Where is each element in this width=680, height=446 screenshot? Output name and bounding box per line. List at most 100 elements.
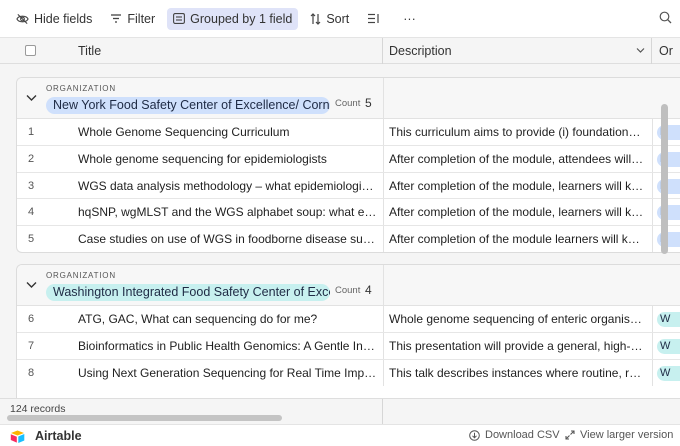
more-options-button[interactable]: ···	[397, 8, 422, 30]
column-divider	[383, 119, 384, 145]
select-all-checkbox[interactable]	[25, 45, 36, 56]
row-number: 4	[28, 206, 35, 219]
vertical-scrollbar[interactable]	[661, 104, 668, 254]
row-height-icon	[368, 13, 379, 24]
column-divider	[652, 226, 653, 252]
organization-chip[interactable]: W	[657, 365, 680, 381]
download-csv-link[interactable]: Download CSV	[469, 429, 560, 441]
group-count: 4	[365, 283, 372, 297]
more-options-label: ···	[403, 11, 416, 26]
column-divider	[383, 359, 384, 387]
row-number: 2	[28, 152, 35, 165]
column-header-description[interactable]: Description	[389, 44, 452, 58]
group-header[interactable]: ORGANIZATION Washington Integrated Food …	[17, 265, 680, 306]
description-cell[interactable]: This curriculum aims to provide (i) foun…	[389, 125, 645, 139]
organization-chip[interactable]: W	[657, 338, 680, 354]
description-cell[interactable]: After completion of the module learners …	[389, 232, 645, 246]
chevron-down-icon[interactable]	[636, 46, 645, 55]
column-divider	[652, 199, 653, 226]
column-divider	[652, 306, 653, 332]
record-group: ORGANIZATION New York Food Safety Center…	[16, 77, 680, 253]
description-cell[interactable]: After completion of the module, learners…	[389, 205, 645, 219]
title-cell[interactable]: WGS data analysis methodology – what epi…	[78, 179, 378, 193]
group-icon	[173, 13, 186, 24]
column-divider	[383, 265, 384, 306]
eye-slash-icon	[16, 13, 29, 24]
hide-fields-button[interactable]: Hide fields	[10, 8, 98, 30]
group-header[interactable]: ORGANIZATION New York Food Safety Center…	[17, 78, 680, 119]
row-number: 3	[28, 179, 35, 192]
row-number: 8	[28, 366, 35, 379]
column-divider	[383, 145, 384, 172]
group-rows: 6 ATG, GAC, What can sequencing do for me…	[17, 306, 680, 387]
hide-fields-label: Hide fields	[34, 11, 93, 26]
filter-label: Filter	[127, 11, 156, 26]
table-row[interactable]: 1 Whole Genome Sequencing Curriculum This …	[17, 119, 680, 146]
record-group: ORGANIZATION Washington Integrated Food …	[16, 264, 680, 404]
group-value-pill: New York Food Safety Center of Excellenc…	[46, 97, 330, 114]
airtable-logo-icon	[10, 430, 25, 443]
table-row[interactable]: 4 hqSNP, wgMLST and the WGS alphabet soup…	[17, 199, 680, 227]
title-cell[interactable]: ATG, GAC, What can sequencing do for me?	[78, 312, 378, 326]
row-height-button[interactable]	[361, 8, 391, 30]
column-header-title[interactable]: Title	[78, 44, 101, 58]
table-row[interactable]: 5 Case studies on use of WGS in foodborne…	[17, 226, 680, 252]
column-divider	[383, 199, 384, 226]
chevron-down-icon[interactable]	[26, 281, 37, 289]
view-larger-link[interactable]: View larger version	[565, 429, 673, 441]
column-divider	[652, 359, 653, 387]
organization-chip[interactable]: W	[657, 312, 680, 327]
title-cell[interactable]: Whole genome sequencing for epidemiologi…	[78, 152, 378, 166]
column-divider	[383, 172, 384, 199]
airtable-logo[interactable]: Airtable	[10, 429, 82, 443]
group-count-label: Count	[335, 98, 361, 109]
column-divider	[652, 145, 653, 172]
table-row[interactable]: 6 ATG, GAC, What can sequencing do for me…	[17, 306, 680, 333]
column-divider	[383, 226, 384, 252]
sort-button[interactable]: Sort	[304, 8, 355, 30]
column-divider	[382, 38, 383, 64]
search-icon	[659, 11, 672, 24]
column-divider	[652, 172, 653, 199]
group-count-label: Count	[335, 285, 361, 296]
column-divider	[383, 332, 384, 359]
column-header-organization[interactable]: Or	[659, 44, 673, 58]
grid-view: Title Description Or ORGANIZATION New Yo…	[0, 38, 680, 424]
title-cell[interactable]: Case studies on use of WGS in foodborne …	[78, 232, 378, 246]
column-divider	[651, 38, 652, 64]
horizontal-scrollbar[interactable]	[7, 415, 282, 421]
search-button[interactable]	[659, 11, 672, 29]
download-csv-label: Download CSV	[485, 429, 560, 441]
group-rows: 1 Whole Genome Sequencing Curriculum This …	[17, 119, 680, 252]
chevron-down-icon[interactable]	[26, 94, 37, 102]
sort-icon	[310, 12, 321, 25]
group-field-label: ORGANIZATION	[46, 271, 116, 280]
column-divider	[382, 399, 383, 424]
title-cell[interactable]: hqSNP, wgMLST and the WGS alphabet soup:…	[78, 205, 378, 219]
description-cell[interactable]: This presentation will provide a general…	[389, 339, 645, 353]
description-cell[interactable]: Whole genome sequencing of enteric organ…	[389, 312, 645, 326]
title-cell[interactable]: Whole Genome Sequencing Curriculum	[78, 125, 378, 139]
table-row[interactable]: 3 WGS data analysis methodology – what ep…	[17, 172, 680, 200]
view-larger-label: View larger version	[580, 429, 674, 441]
description-cell[interactable]: After completion of the module, attendee…	[389, 152, 645, 166]
group-button[interactable]: Grouped by 1 field	[167, 7, 299, 30]
table-row[interactable]: 2 Whole genome sequencing for epidemiolog…	[17, 145, 680, 173]
title-cell[interactable]: Bioinformatics in Public Health Genomics…	[78, 339, 378, 353]
row-number: 6	[28, 313, 35, 325]
column-divider	[652, 332, 653, 359]
airtable-logo-text: Airtable	[35, 429, 82, 443]
column-header-row: Title Description Or	[0, 38, 680, 64]
title-cell[interactable]: Using Next Generation Sequencing for Rea…	[78, 366, 378, 380]
filter-button[interactable]: Filter	[104, 8, 161, 30]
description-cell[interactable]: After completion of the module, learners…	[389, 179, 645, 193]
table-row[interactable]: 8 Using Next Generation Sequencing for Re…	[17, 359, 680, 387]
row-number: 5	[28, 233, 35, 246]
row-number: 1	[28, 126, 35, 138]
row-number: 7	[28, 339, 35, 352]
group-field-label: ORGANIZATION	[46, 84, 116, 93]
column-divider	[383, 78, 384, 119]
table-row[interactable]: 7 Bioinformatics in Public Health Genomic…	[17, 332, 680, 360]
description-cell[interactable]: This talk describes instances where rout…	[389, 366, 645, 380]
column-divider	[383, 306, 384, 332]
